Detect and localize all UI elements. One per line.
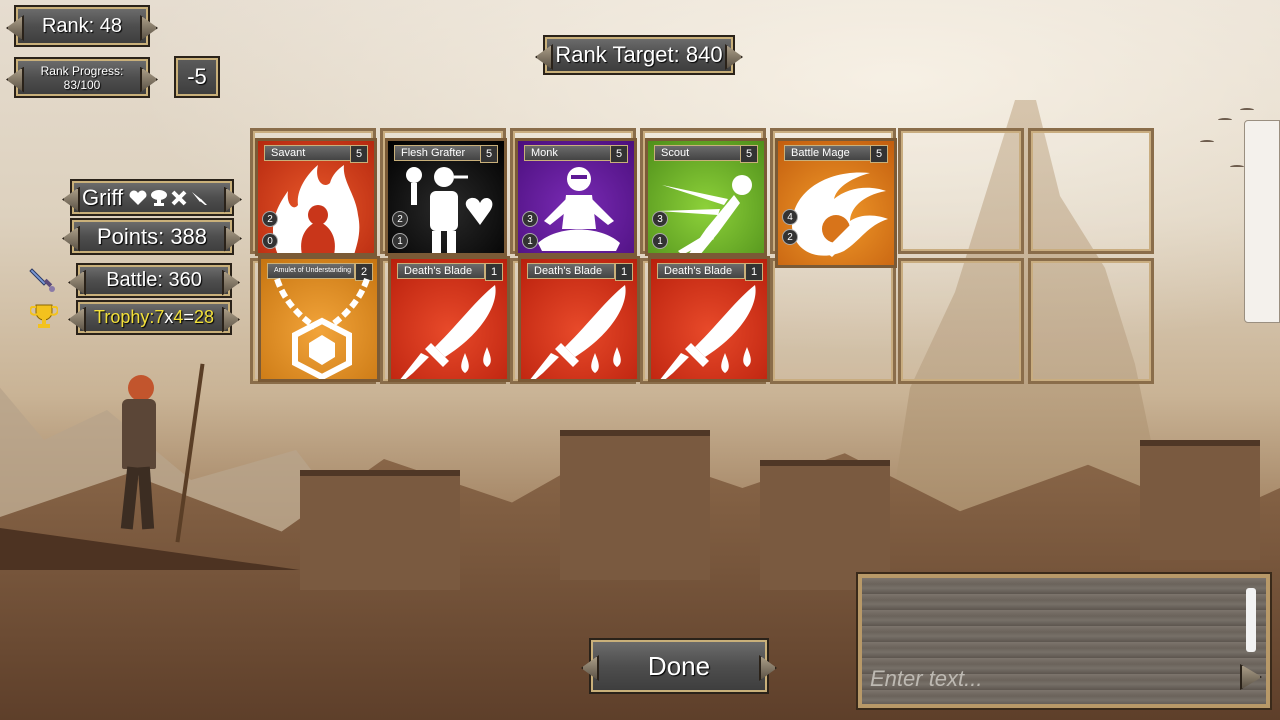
player-name-plaque: Griff: [70, 179, 234, 216]
bird: [1230, 165, 1244, 169]
heart-icon: [129, 190, 147, 205]
hero-card-savant[interactable]: Savant 5 2 0: [255, 138, 377, 256]
trophy-label: Trophy:: [94, 307, 155, 327]
hero-stat: 1: [392, 233, 408, 249]
hero-stat: 1: [652, 233, 668, 249]
hero-stat: 3: [652, 211, 668, 227]
empty-item-slot[interactable]: [1028, 258, 1154, 384]
empty-item-slot[interactable]: [770, 258, 896, 384]
empty-item-slot[interactable]: [898, 258, 1024, 384]
bird: [1240, 108, 1254, 112]
fireball-mage-icon: [792, 172, 888, 257]
trophy-plaque: Trophy: 7 x 4 = 28: [76, 300, 232, 335]
rank-progress-value: 83/100: [63, 77, 101, 92]
send-arrow-icon[interactable]: [1240, 664, 1262, 690]
rank-progress-label: Rank Progress:: [40, 63, 124, 78]
hero-card-monk[interactable]: Monk 5 3 1: [515, 138, 637, 256]
done-button[interactable]: Done: [589, 638, 769, 694]
rank-progress-plaque: Rank Progress: 83/100: [14, 57, 150, 98]
cross-icon: [171, 190, 187, 205]
house: [560, 430, 710, 580]
hero-stat: 2: [262, 211, 278, 227]
chat-input[interactable]: [870, 664, 1230, 694]
hero-card-scout[interactable]: Scout 5 3 1: [645, 138, 767, 256]
bleeding-blade-icon: [660, 285, 756, 379]
player-name: Griff: [82, 184, 124, 210]
item-card-deaths-blade[interactable]: Death's Blade 1: [518, 256, 640, 382]
hero-stat: 1: [522, 233, 538, 249]
item-card-amulet[interactable]: Amulet of Understanding 2: [258, 256, 380, 382]
battle-plaque: Battle: 360: [76, 263, 232, 298]
house: [1140, 440, 1260, 560]
sword-icon: [28, 265, 56, 293]
battle-label: Battle: 360: [106, 269, 202, 291]
item-card-deaths-blade[interactable]: Death's Blade 1: [388, 256, 510, 382]
rank-target-label: Rank Target: 840: [555, 42, 723, 67]
points-label: Points: 388: [96, 223, 208, 249]
house: [760, 460, 890, 590]
hero-stat: 0: [262, 233, 278, 249]
item-card-deaths-blade[interactable]: Death's Blade 1: [648, 256, 770, 382]
bird: [1200, 140, 1214, 144]
done-label: Done: [647, 650, 711, 681]
trophy-total: 28: [193, 307, 214, 327]
trophy-icon: [30, 302, 58, 330]
rank-target-plaque: Rank Target: 840: [543, 35, 735, 75]
trophy-multiplier: 4: [173, 307, 184, 327]
points-plaque: Points: 388: [70, 218, 234, 255]
rank-label: Rank: 48: [41, 14, 123, 37]
hero-stat: 4: [782, 209, 798, 225]
mushroom-cloud-icon: [151, 189, 168, 206]
hero-card-flesh-grafter[interactable]: Flesh Grafter 5 2 1: [385, 138, 507, 256]
chat-scrollbar[interactable]: [1246, 588, 1256, 652]
chat-panel: [856, 572, 1272, 710]
rank-delta-box: -5: [174, 56, 220, 98]
dagger-icon: [192, 191, 208, 205]
empty-hero-slot[interactable]: [1028, 128, 1154, 254]
hero-stat: 2: [392, 211, 408, 227]
side-scrollbar[interactable]: [1244, 120, 1280, 323]
hero-stat: 3: [522, 211, 538, 227]
trophy-equals: =: [183, 307, 194, 327]
hero-stat: 2: [782, 229, 798, 245]
bleeding-blade-icon: [400, 285, 496, 379]
amulet-icon: [274, 277, 370, 379]
bird: [1218, 118, 1232, 122]
trophy-multiplicand: 7: [154, 307, 165, 327]
bleeding-blade-icon: [530, 285, 626, 379]
player-status-icons: [129, 189, 208, 206]
hero-card-battle-mage[interactable]: Battle Mage 5 4 2: [775, 138, 897, 268]
rank-delta: -5: [187, 64, 207, 89]
house: [300, 470, 460, 590]
rank-plaque: Rank: 48: [14, 5, 150, 47]
empty-hero-slot[interactable]: [898, 128, 1024, 254]
hero-figure: [110, 363, 205, 543]
